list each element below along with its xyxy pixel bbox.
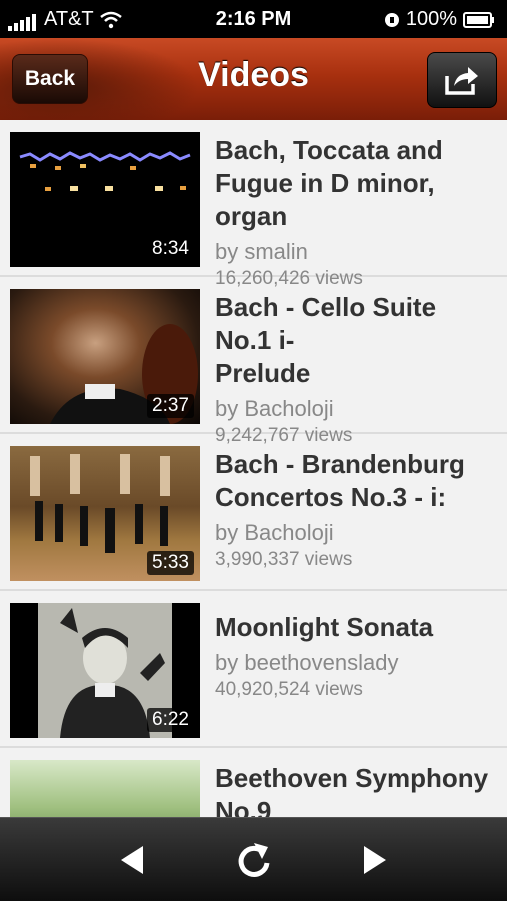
video-row[interactable]: 2:37 Bach - Cello Suite No.1 i- Prelude … [0,277,507,446]
share-icon [445,67,478,95]
back-nav-button[interactable] [112,840,152,880]
video-title: Moonlight Sonata [215,612,434,642]
video-duration: 5:33 [147,551,194,575]
nav-header: Back Videos [0,38,507,120]
video-title: Bach - Cello Suite No.1 i- Prelude [215,292,437,388]
video-info: Bach - Brandenburg Concertos No.3 - i: b… [215,448,499,571]
video-title: Beethoven Symphony No.9 [215,763,489,817]
forward-nav-button[interactable] [355,840,395,880]
video-info: Beethoven Symphony No.9 [215,762,499,817]
video-list[interactable]: 8:34 Bach, Toccata and Fugue in D minor,… [0,120,507,817]
status-right: 100% [384,8,495,31]
triangle-right-icon [364,846,386,874]
video-thumbnail: 2:37 [10,289,200,424]
video-views: 3,990,337 views [215,549,353,570]
video-info: Bach, Toccata and Fugue in D minor, orga… [215,134,499,290]
video-thumbnail [10,760,200,817]
video-views: 40,920,524 views [215,679,363,700]
video-author: by beethovenslady [215,650,399,675]
video-duration: 8:34 [147,237,194,261]
refresh-button[interactable] [234,840,274,880]
video-thumbnail: 8:34 [10,132,200,267]
battery-percent: 100% [405,8,457,30]
bottom-toolbar [0,817,507,901]
battery-icon [463,11,494,28]
status-bar: AT&T 2:16 PM 100% [0,0,507,38]
video-info: Bach - Cello Suite No.1 i- Prelude by Ba… [215,291,499,447]
video-thumbnail: 5:33 [10,446,200,581]
video-author: by smalin [215,239,308,264]
video-thumbnail: 6:22 [10,603,200,738]
video-duration: 6:22 [147,708,194,732]
refresh-icon [238,843,270,877]
video-info: Moonlight Sonata by beethovenslady 40,92… [215,611,499,701]
video-author: by Bacholoji [215,396,334,421]
orientation-lock-icon [384,12,399,27]
video-author: by Bacholoji [215,520,334,545]
share-button[interactable] [427,52,497,108]
video-title: Bach - Brandenburg Concertos No.3 - i: [215,449,465,512]
video-row[interactable]: 6:22 Moonlight Sonata by beethovenslady … [0,591,507,748]
video-title: Bach, Toccata and Fugue in D minor, orga… [215,135,443,231]
video-row[interactable]: 8:34 Bach, Toccata and Fugue in D minor,… [0,120,507,289]
triangle-left-icon [121,846,143,874]
video-row[interactable]: 5:33 Bach - Brandenburg Concertos No.3 -… [0,434,507,591]
video-row[interactable]: Beethoven Symphony No.9 [0,748,507,817]
video-duration: 2:37 [147,394,194,418]
